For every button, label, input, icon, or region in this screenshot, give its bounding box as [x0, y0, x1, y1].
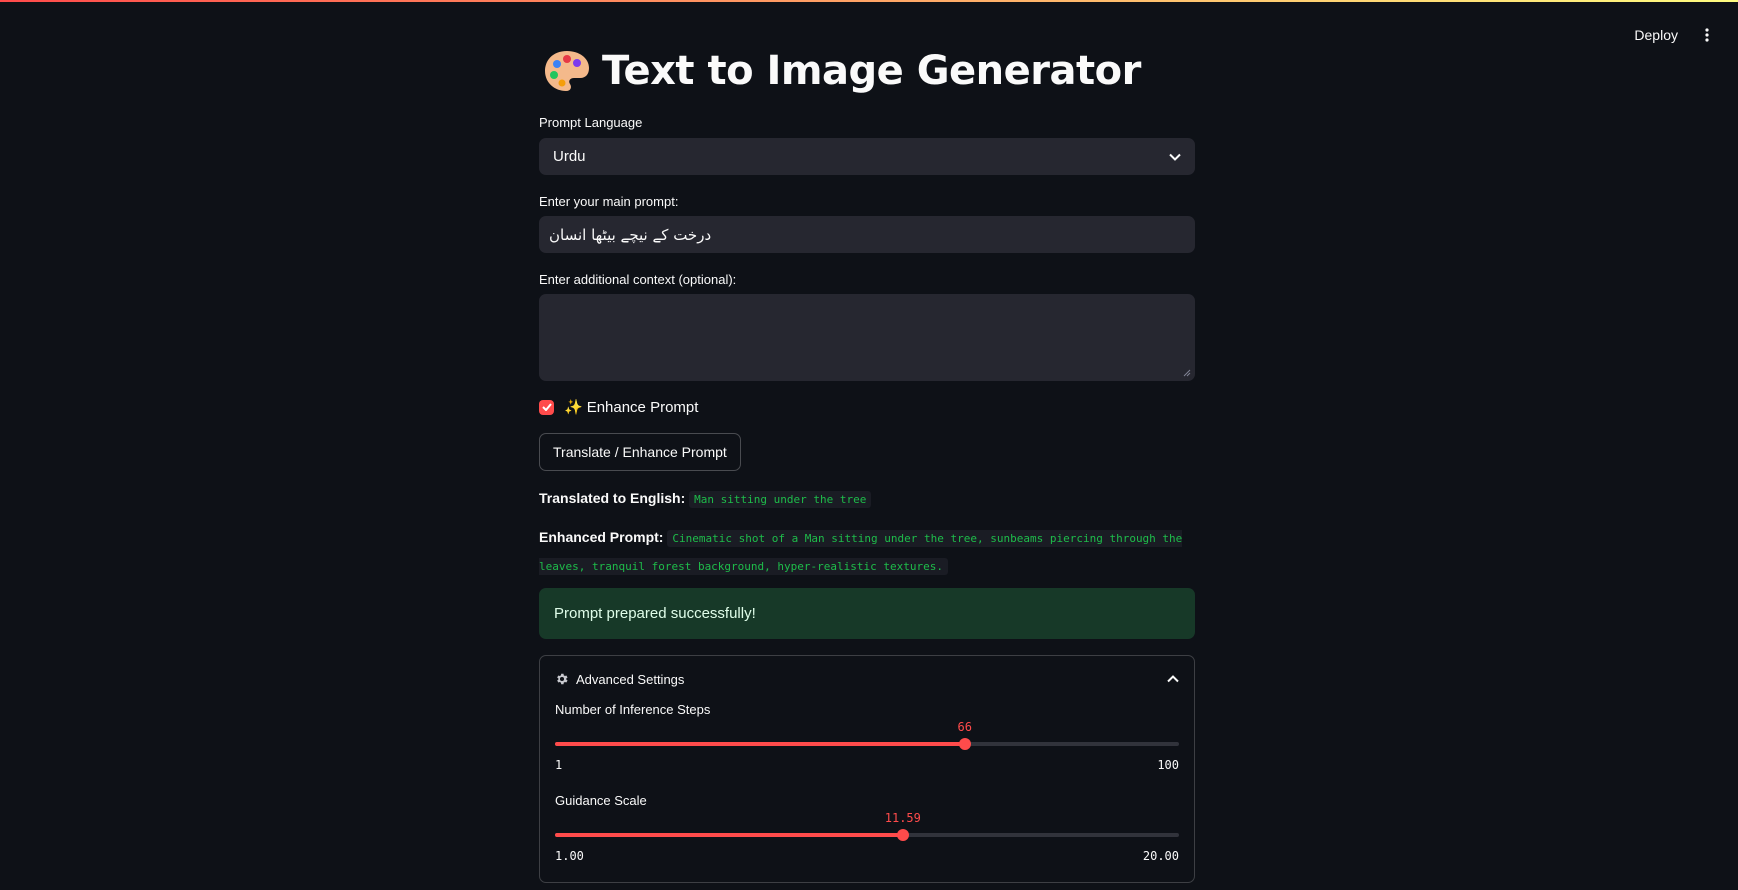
guidance-slider[interactable]: 11.59	[555, 811, 1179, 841]
context-textarea-wrapper	[539, 294, 1195, 381]
advanced-settings-header[interactable]: Advanced Settings	[555, 668, 1179, 690]
translated-line: Translated to English: Man sitting under…	[539, 485, 1195, 513]
guidance-slider-fill	[555, 833, 903, 837]
title-row: Text to Image Generator	[542, 46, 1141, 96]
advanced-settings-expander: Advanced Settings Number of Inference St…	[539, 655, 1195, 883]
steps-slider-value: 66	[957, 720, 972, 734]
guidance-slider-thumb[interactable]	[896, 829, 909, 841]
language-select[interactable]: Urdu	[539, 138, 1195, 175]
advanced-settings-title: Advanced Settings	[555, 672, 684, 687]
guidance-slider-min: 1.00	[555, 849, 584, 863]
deploy-button[interactable]: Deploy	[1626, 23, 1686, 47]
success-alert: Prompt prepared successfully!	[539, 588, 1195, 639]
checkmark-icon	[541, 403, 552, 411]
translate-enhance-button[interactable]: Translate / Enhance Prompt	[539, 433, 741, 471]
language-selected-value: Urdu	[553, 148, 586, 165]
steps-slider[interactable]: 66	[555, 720, 1179, 750]
steps-slider-max: 100	[1157, 758, 1179, 772]
palette-icon	[545, 51, 589, 91]
enhance-checkbox[interactable]	[539, 399, 554, 415]
page-title: Text to Image Generator	[602, 48, 1141, 94]
success-message: Prompt prepared successfully!	[554, 605, 756, 622]
resize-grip-icon[interactable]	[1183, 369, 1191, 377]
steps-slider-fill	[555, 742, 965, 746]
translated-value: Man sitting under the tree	[689, 491, 872, 508]
enhance-checkbox-row[interactable]: ✨ Enhance Prompt	[539, 398, 698, 416]
main-prompt-input[interactable]	[539, 216, 1195, 253]
context-label: Enter additional context (optional):	[539, 272, 737, 287]
steps-slider-label: Number of Inference Steps	[555, 702, 711, 717]
gear-icon	[557, 673, 568, 685]
guidance-slider-label: Guidance Scale	[555, 793, 647, 808]
chevron-down-icon	[1169, 153, 1181, 161]
translated-label: Translated to English:	[539, 490, 686, 506]
sparkles-icon: ✨	[564, 399, 583, 416]
vertical-ellipsis-icon	[1705, 28, 1709, 42]
advanced-settings-label: Advanced Settings	[576, 671, 685, 687]
enhance-checkbox-label: ✨ Enhance Prompt	[564, 398, 698, 416]
language-label: Prompt Language	[539, 115, 643, 130]
context-textarea[interactable]	[539, 294, 1195, 381]
enhanced-label: Enhanced Prompt:	[539, 529, 664, 545]
steps-slider-thumb[interactable]	[958, 738, 971, 750]
chevron-up-icon	[1167, 675, 1179, 683]
enhanced-line: Enhanced Prompt: Cinematic shot of a Man…	[539, 524, 1195, 580]
main-prompt-label: Enter your main prompt:	[539, 194, 679, 209]
enhance-label-text: Enhance Prompt	[586, 399, 699, 416]
main-menu-button[interactable]	[1694, 22, 1720, 48]
steps-slider-min: 1	[555, 758, 563, 772]
guidance-slider-max: 20.00	[1142, 849, 1179, 863]
guidance-slider-value: 11.59	[884, 811, 921, 825]
